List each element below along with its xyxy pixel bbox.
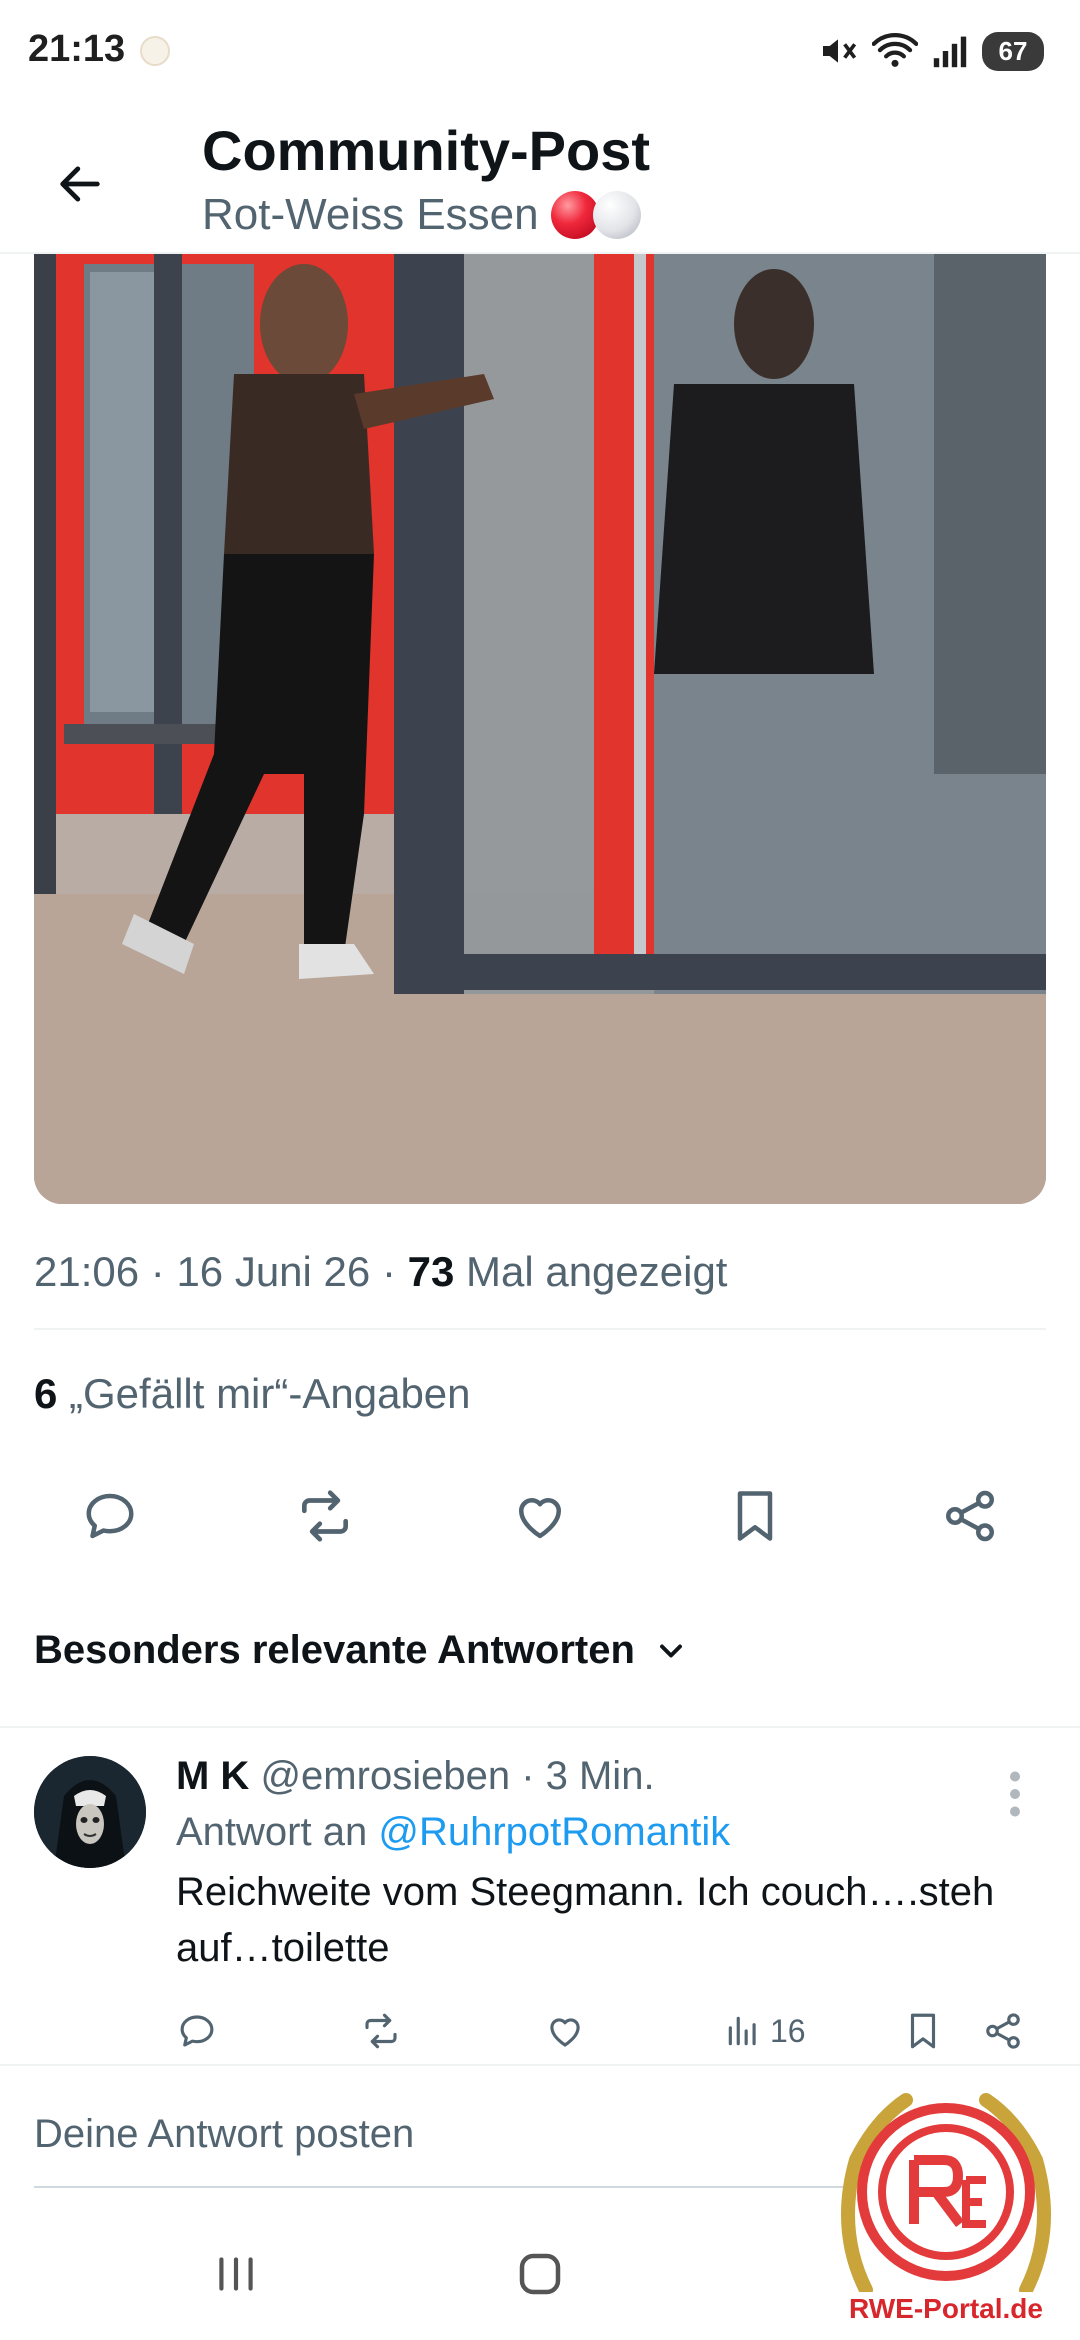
battery-indicator: 67 bbox=[982, 31, 1044, 71]
views-label: Mal angezeigt bbox=[465, 1248, 728, 1295]
wifi-icon bbox=[872, 33, 918, 67]
bar-chart-icon bbox=[728, 2016, 756, 2046]
comment-icon bbox=[86, 1493, 134, 1539]
post-time: 21:06 bbox=[34, 1248, 140, 1295]
red-circle-icon bbox=[550, 191, 599, 239]
sort-label: Besonders relevante Antworten bbox=[34, 1628, 635, 1672]
views-count: 73 bbox=[407, 1248, 455, 1295]
post-action-bar bbox=[34, 1480, 1046, 1560]
reply-views-count: 16 bbox=[770, 2012, 806, 2049]
repost-icon bbox=[302, 1490, 348, 1542]
separator-dot: · bbox=[150, 1248, 177, 1295]
reply-text: Reichweite vom Steegmann. Ich couch….ste… bbox=[176, 1870, 995, 1970]
avatar-image bbox=[34, 1756, 146, 1868]
divider bbox=[34, 1328, 1046, 1330]
reply-share-button[interactable] bbox=[982, 2004, 1024, 2058]
home-button[interactable] bbox=[500, 2234, 580, 2314]
replies-sort-dropdown[interactable]: Besonders relevante Antworten bbox=[34, 1628, 689, 1673]
bookmark-icon bbox=[910, 2013, 936, 2049]
rwe-portal-watermark-logo: RWE-Portal.de bbox=[826, 2080, 1066, 2330]
likes-summary[interactable]: 6 „Gefällt mir“-Angaben bbox=[34, 1370, 471, 1418]
recent-apps-button[interactable] bbox=[196, 2234, 276, 2314]
status-icons: 67 bbox=[818, 28, 1044, 74]
top-app-bar: Community-Post Rot-Weiss Essen bbox=[0, 100, 1080, 254]
reply-repost-button[interactable] bbox=[360, 2004, 402, 2058]
status-bar: 21:13 67 bbox=[0, 0, 1080, 100]
notification-icon bbox=[140, 36, 170, 66]
likes-count: 6 bbox=[34, 1370, 58, 1417]
arrow-left-icon bbox=[60, 166, 100, 202]
reply-action-bar: 16 bbox=[176, 2004, 1036, 2058]
chevron-down-icon bbox=[659, 1644, 682, 1657]
post-photo bbox=[34, 254, 1046, 1204]
white-circle-icon bbox=[592, 191, 641, 239]
reply-bookmark-button[interactable] bbox=[902, 2004, 944, 2058]
reply-comment-button[interactable] bbox=[176, 2004, 218, 2058]
reply-compose-input[interactable]: Deine Antwort posten bbox=[34, 2112, 414, 2157]
reply-like-button[interactable] bbox=[544, 2004, 586, 2058]
community-name[interactable]: Rot-Weiss Essen bbox=[202, 190, 641, 240]
mention-link[interactable]: @RuhrpotRomantik bbox=[378, 1810, 730, 1854]
more-vertical-icon bbox=[1010, 1771, 1020, 1817]
likes-label: „Gefällt mir“-Angaben bbox=[69, 1370, 471, 1417]
reply-time: 3 Min. bbox=[545, 1754, 655, 1798]
share-icon bbox=[945, 1490, 995, 1542]
bookmark-button[interactable] bbox=[719, 1480, 791, 1552]
bookmark-icon bbox=[737, 1491, 773, 1541]
post-meta: 21:06 · 16 Juni 26 · 73 Mal angezeigt bbox=[34, 1248, 727, 1296]
status-time: 21:13 bbox=[28, 28, 126, 70]
reply-header: M K @emrosieben · 3 Min. bbox=[176, 1754, 655, 1799]
heart-icon bbox=[550, 2018, 580, 2047]
recents-icon bbox=[219, 2257, 253, 2291]
comment-icon bbox=[180, 2015, 214, 2047]
mute-icon bbox=[823, 39, 857, 63]
home-icon bbox=[519, 2253, 561, 2295]
reply-item[interactable]: M K @emrosieben · 3 Min. Antwort an @Ruh… bbox=[0, 1726, 1080, 2066]
rwe-logo-icon: RWE-Portal.de bbox=[841, 2093, 1051, 2328]
community-name-label: Rot-Weiss Essen bbox=[202, 190, 539, 239]
reply-views-button[interactable]: 16 bbox=[724, 2004, 806, 2058]
more-options-button[interactable] bbox=[1000, 1764, 1030, 1824]
post-image[interactable] bbox=[34, 254, 1046, 1204]
page-title: Community-Post bbox=[202, 119, 650, 182]
separator-dot: · bbox=[381, 1248, 408, 1295]
avatar[interactable] bbox=[34, 1756, 146, 1868]
repost-button[interactable] bbox=[289, 1480, 361, 1552]
reply-to-prefix: Antwort an bbox=[176, 1810, 368, 1854]
watermark-text: RWE-Portal.de bbox=[849, 2293, 1043, 2324]
share-button[interactable] bbox=[934, 1480, 1006, 1552]
like-button[interactable] bbox=[504, 1480, 576, 1552]
author-name[interactable]: M K bbox=[176, 1754, 249, 1798]
reply-to-line: Antwort an @RuhrpotRomantik bbox=[176, 1810, 730, 1855]
share-icon bbox=[986, 2013, 1020, 2049]
repost-icon bbox=[365, 2013, 397, 2049]
author-handle[interactable]: @emrosieben bbox=[260, 1754, 510, 1798]
reply-button[interactable] bbox=[74, 1480, 146, 1552]
separator-dot: · bbox=[521, 1754, 546, 1798]
back-button[interactable] bbox=[40, 144, 120, 224]
heart-icon bbox=[519, 1498, 561, 1539]
post-date: 16 Juni 26 bbox=[176, 1248, 371, 1295]
signal-icon bbox=[933, 36, 967, 68]
